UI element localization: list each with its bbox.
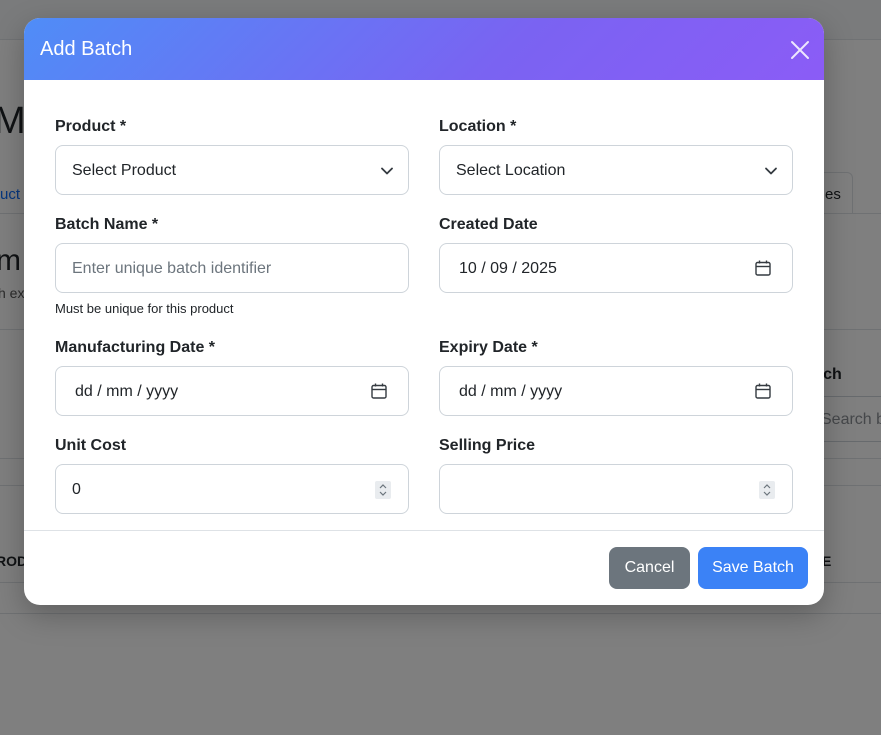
batch-name-input[interactable]: Enter unique batch identifier	[55, 243, 409, 293]
manufacturing-date-input[interactable]: dd / mm / yyyy	[55, 366, 409, 416]
calendar-icon[interactable]	[370, 382, 388, 400]
unit-cost-value: 0	[72, 481, 81, 498]
expiry-date-label: Expiry Date *	[439, 339, 538, 356]
close-icon	[791, 41, 809, 59]
modal-footer-divider	[24, 530, 824, 531]
expiry-date-input[interactable]: dd / mm / yyyy	[439, 366, 793, 416]
product-select-value: Select Product	[72, 162, 177, 179]
modal-title: Add Batch	[40, 38, 133, 60]
batch-name-label: Batch Name *	[55, 216, 159, 233]
chevron-down-icon	[381, 167, 393, 175]
selling-price-label: Selling Price	[439, 437, 536, 454]
selling-price-input[interactable]	[439, 464, 793, 514]
product-select[interactable]: Select Product	[55, 145, 409, 195]
chevron-down-icon	[765, 167, 777, 175]
product-label: Product *	[55, 118, 127, 135]
unit-cost-input[interactable]: 0	[55, 464, 409, 514]
calendar-icon[interactable]	[754, 382, 772, 400]
created-date-value: 10 / 09 / 2025	[459, 260, 557, 277]
location-select-value: Select Location	[456, 162, 566, 179]
add-batch-modal: Add Batch Product * Select Product Locat…	[24, 18, 824, 605]
modal-header: Add Batch	[24, 18, 824, 80]
location-label: Location *	[439, 118, 517, 135]
batch-name-placeholder: Enter unique batch identifier	[72, 260, 272, 277]
close-button[interactable]	[788, 38, 812, 62]
manufacturing-date-value: dd / mm / yyyy	[75, 383, 179, 400]
unit-cost-label: Unit Cost	[55, 437, 127, 454]
location-select[interactable]: Select Location	[439, 145, 793, 195]
spinner-icon[interactable]	[759, 481, 775, 499]
calendar-icon[interactable]	[754, 259, 772, 277]
created-date-label: Created Date	[439, 216, 538, 233]
cancel-button[interactable]: Cancel	[609, 547, 690, 589]
spinner-icon[interactable]	[375, 481, 391, 499]
expiry-date-value: dd / mm / yyyy	[459, 383, 563, 400]
manufacturing-date-label: Manufacturing Date *	[55, 339, 216, 356]
created-date-input[interactable]: 10 / 09 / 2025	[439, 243, 793, 293]
batch-name-help: Must be unique for this product	[55, 301, 234, 316]
save-batch-button[interactable]: Save Batch	[698, 547, 808, 589]
